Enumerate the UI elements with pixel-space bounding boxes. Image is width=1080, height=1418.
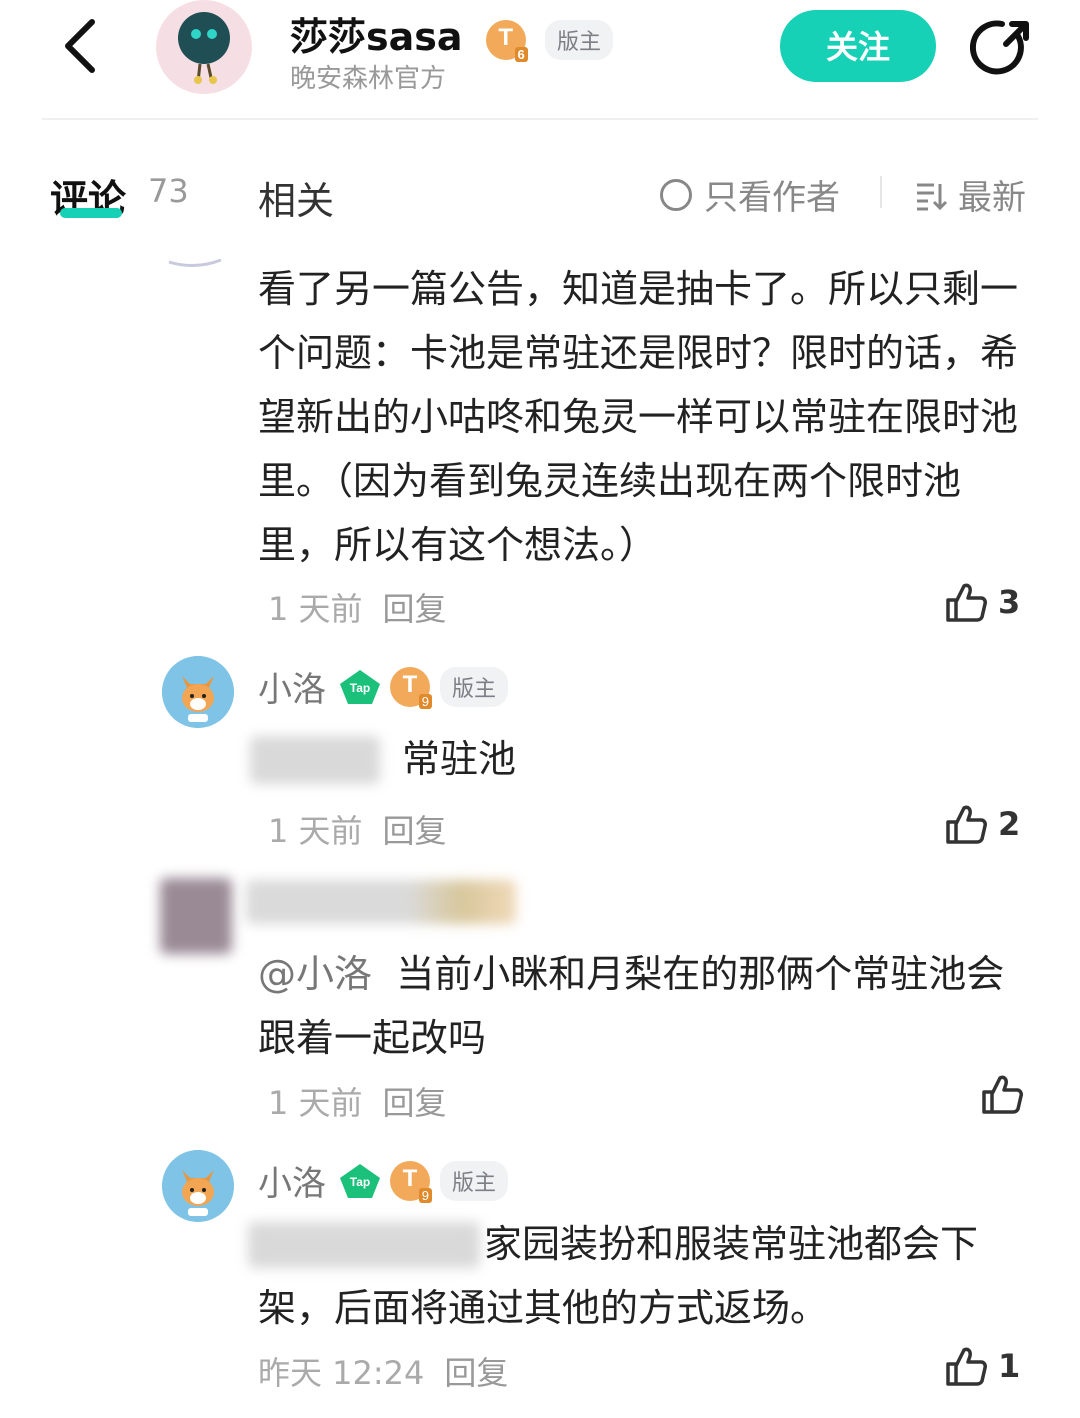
author-name-row: 莎莎sasa T6 版主 — [290, 6, 614, 62]
reply-avatar[interactable] — [162, 1150, 234, 1222]
reply-author-name[interactable]: 小洛 — [258, 1156, 326, 1205]
like-count: 3 — [998, 583, 1021, 621]
follow-button[interactable]: 关注 — [780, 10, 936, 82]
comment-time: 昨天 12:24 — [258, 1354, 425, 1392]
radio-circle-icon — [660, 178, 692, 211]
reply-button[interactable]: 回复 — [383, 812, 447, 850]
comment-time: 1 天前 — [268, 590, 363, 628]
comment-meta: 1 天前 回复 — [268, 806, 447, 852]
level-badge: T9 — [390, 666, 432, 709]
like-count: 2 — [998, 805, 1021, 843]
like-button[interactable] — [980, 1072, 1034, 1116]
comment-meta: 1 天前 回复 — [268, 584, 447, 630]
sort-label: 最新 — [958, 178, 1026, 218]
sort-button[interactable]: 最新 — [914, 170, 1026, 219]
only-author-label: 只看作者 — [704, 178, 840, 218]
author-avatar[interactable] — [156, 0, 252, 94]
tab-active-indicator — [60, 208, 122, 218]
header-divider — [42, 118, 1038, 120]
role-tag: 版主 — [545, 19, 614, 60]
reply-button[interactable]: 回复 — [383, 1084, 447, 1122]
tap-badge-label: Tap — [350, 681, 370, 695]
level-badge: T9 — [390, 1160, 432, 1203]
only-author-toggle[interactable]: 只看作者 — [660, 170, 840, 219]
share-icon[interactable] — [970, 16, 1034, 80]
partial-avatar-edge — [168, 258, 222, 267]
role-tag: 版主 — [440, 1160, 509, 1201]
comment-time: 1 天前 — [268, 1084, 363, 1122]
like-button[interactable]: 3 — [944, 580, 1020, 624]
author-subtitle: 晚安森林官方 — [290, 64, 447, 94]
thumbs-up-icon — [946, 805, 987, 844]
thumbs-up-icon — [982, 1075, 1023, 1114]
reply-author-row: 小洛 Tap T9 版主 — [258, 1156, 509, 1205]
like-count: 1 — [998, 1347, 1021, 1385]
mention-link[interactable]: @小洛 — [258, 952, 372, 996]
thumbs-up-icon — [946, 583, 987, 622]
like-button[interactable]: 1 — [944, 1344, 1020, 1388]
comment-time: 1 天前 — [268, 812, 363, 850]
back-icon[interactable] — [58, 16, 102, 76]
comment-meta: 1 天前 回复 — [268, 1078, 447, 1124]
reply-body: @小洛 当前小眯和月梨在的那俩个常驻池会跟着一起改吗 — [258, 942, 1038, 1070]
reply-button[interactable]: 回复 — [444, 1354, 508, 1392]
tap-badge-icon: Tap — [340, 669, 380, 704]
reply-author-name[interactable]: 小洛 — [258, 662, 326, 711]
reply-author-row: 小洛 Tap T9 版主 — [258, 662, 509, 711]
tap-badge-icon: Tap — [340, 1163, 380, 1198]
like-button[interactable]: 2 — [944, 802, 1020, 846]
blurred-username — [246, 880, 516, 924]
role-tag: 版主 — [440, 666, 509, 707]
reply-avatar[interactable] — [162, 656, 234, 728]
comment-meta: 昨天 12:24 回复 — [258, 1348, 508, 1394]
tab-separator — [880, 176, 882, 208]
tap-badge-label: Tap — [350, 1175, 370, 1189]
author-name[interactable]: 莎莎sasa — [290, 15, 463, 59]
blurred-mention — [250, 736, 380, 784]
reply-button[interactable]: 回复 — [383, 590, 447, 628]
thumbs-up-icon — [946, 1347, 987, 1386]
comment-body: 看了另一篇公告，知道是抽卡了。所以只剩一个问题：卡池是常驻还是限时？限时的话，希… — [258, 267, 1019, 567]
blurred-avatar — [160, 878, 232, 954]
tab-related[interactable]: 相关 — [258, 170, 334, 225]
reply-body: 家园装扮和服装常驻池都会下架，后面将通过其他的方式返场。 — [258, 1222, 979, 1330]
level-badge: T6 — [485, 19, 528, 62]
comments-count: 73 — [148, 172, 189, 210]
reply-body: 常驻池 — [402, 737, 517, 781]
sort-icon — [917, 183, 948, 210]
